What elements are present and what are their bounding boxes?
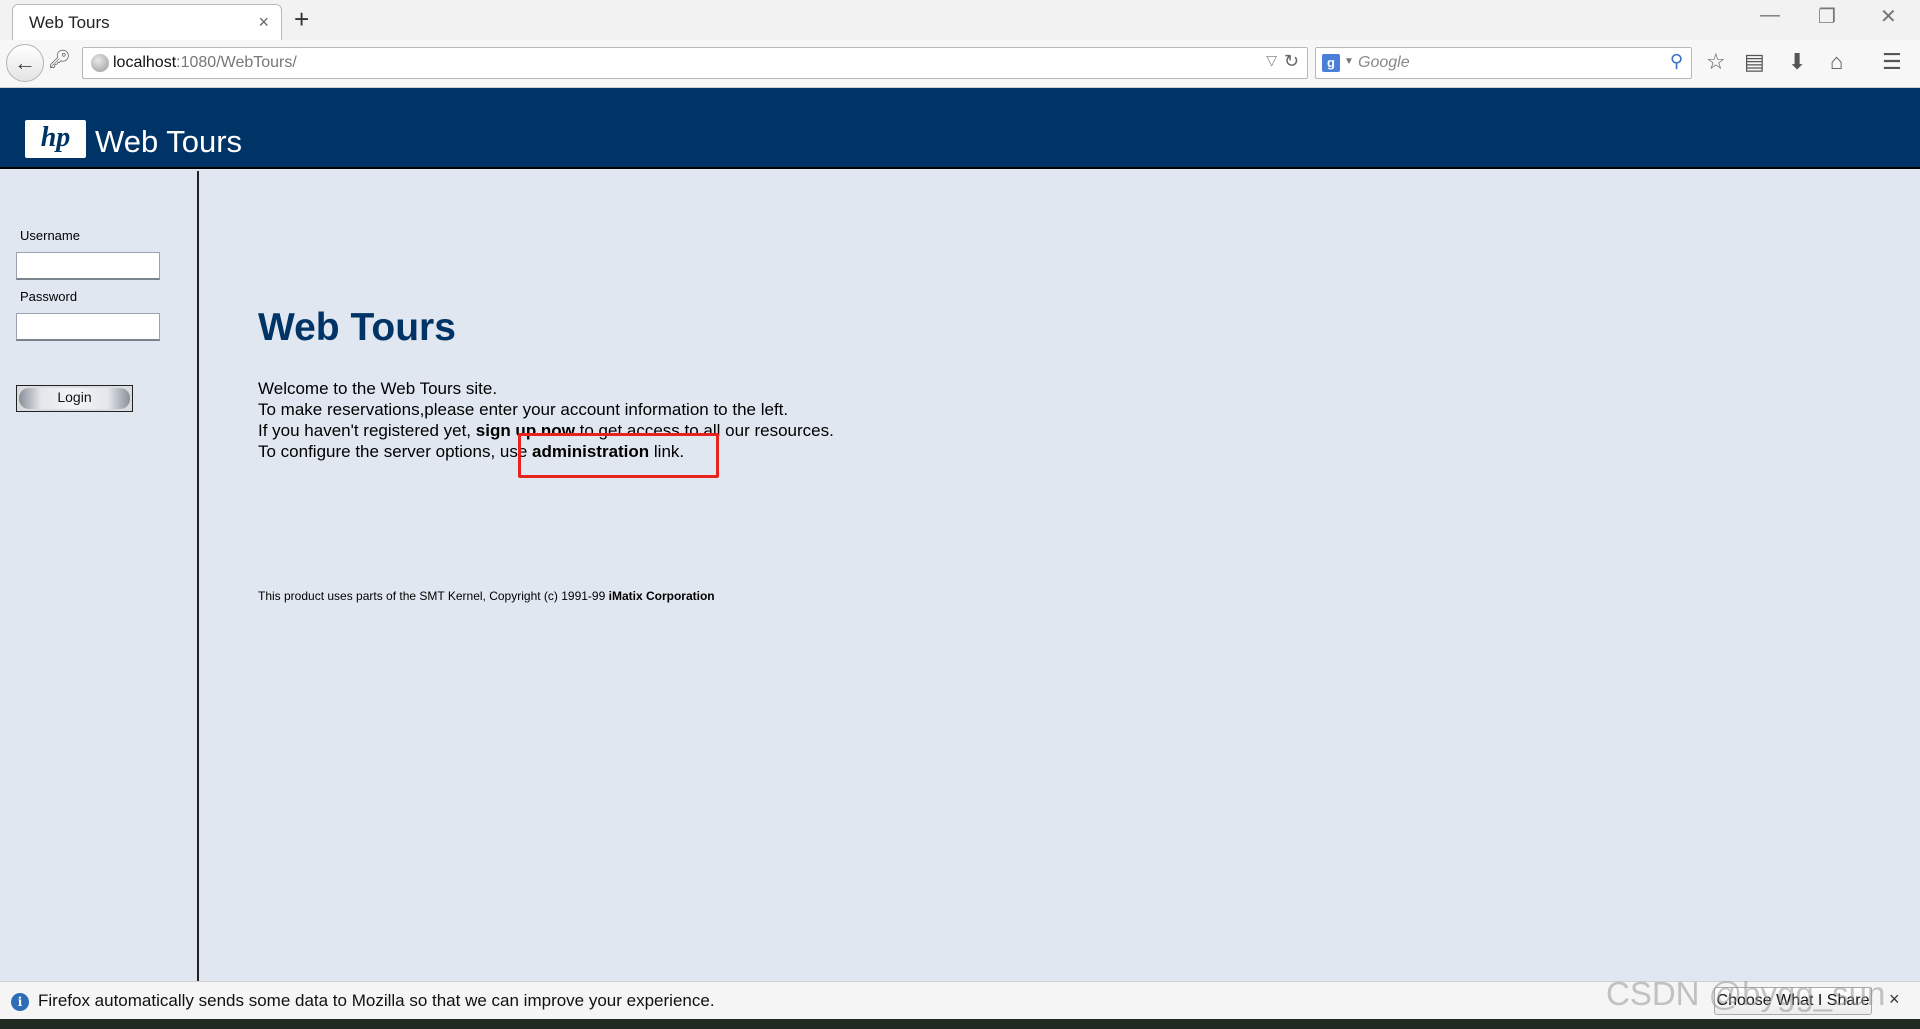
brand-title: Web Tours: [95, 124, 243, 159]
tab-web-tours[interactable]: Web Tours ×: [12, 4, 282, 40]
copyright-footer: This product uses parts of the SMT Kerne…: [258, 589, 715, 603]
star-icon[interactable]: ☆: [1706, 49, 1726, 75]
nav-toolbar: ← 🔑︎ localhost:1080/WebTours/ ▽ ↻ g ▼ ⚲ …: [0, 40, 1920, 88]
login-sidebar: Username Password Login: [0, 171, 199, 981]
username-input[interactable]: [16, 252, 160, 280]
search-engine-icon[interactable]: g: [1322, 54, 1340, 72]
url-bar[interactable]: localhost:1080/WebTours/ ▽ ↻: [82, 47, 1308, 79]
tab-bar: Web Tours × + — ❐ ✕: [0, 0, 1920, 40]
welcome-line-1: Welcome to the Web Tours site.: [258, 379, 498, 398]
search-icon[interactable]: ⚲: [1670, 51, 1683, 72]
notification-text: Firefox automatically sends some data to…: [38, 991, 715, 1010]
minimize-icon[interactable]: —: [1760, 4, 1780, 27]
reload-icon[interactable]: ↻: [1284, 51, 1299, 72]
url-path: :1080/WebTours/: [176, 54, 297, 71]
window-close-icon[interactable]: ✕: [1880, 4, 1897, 29]
login-button[interactable]: Login: [16, 385, 133, 412]
taskbar-strip: [0, 1019, 1920, 1029]
url-text: localhost:1080/WebTours/: [113, 54, 297, 72]
menu-icon[interactable]: ☰: [1882, 49, 1902, 75]
copyright-text: This product uses parts of the SMT Kerne…: [258, 589, 609, 603]
url-host: localhost: [113, 54, 177, 71]
login-button-label: Login: [19, 388, 130, 409]
home-icon[interactable]: ⌂: [1830, 49, 1843, 75]
password-label: Password: [20, 289, 78, 304]
admin-prefix: To configure the server options, use: [258, 442, 533, 461]
key-icon[interactable]: 🔑︎: [48, 49, 71, 70]
welcome-line-2: To make reservations,please enter your a…: [258, 400, 789, 419]
hp-logo: hp: [25, 120, 86, 158]
tab-title: Web Tours: [29, 13, 110, 32]
back-arrow-icon[interactable]: ←: [6, 44, 44, 82]
imatix-corporation: iMatix Corporation: [608, 589, 715, 603]
close-tab-icon[interactable]: ×: [258, 12, 269, 33]
watermark: CSDN @bygg_sun: [1606, 975, 1886, 1012]
restore-icon[interactable]: ❐: [1818, 4, 1836, 29]
annotation-highlight-box: [518, 433, 719, 478]
info-icon: i: [11, 993, 29, 1011]
download-icon[interactable]: ⬇: [1788, 49, 1806, 75]
hp-logo-text: hp: [40, 122, 71, 153]
page-title: Web Tours: [258, 306, 456, 349]
notification-close-icon[interactable]: ×: [1889, 989, 1900, 1010]
password-input[interactable]: [16, 313, 160, 341]
reading-list-icon[interactable]: ▤: [1744, 49, 1765, 75]
signup-prefix: If you haven't registered yet,: [258, 421, 476, 440]
web-page: hp Web Tours Username Password Login Web…: [0, 88, 1920, 981]
site-header: hp Web Tours: [0, 88, 1920, 169]
search-input[interactable]: [1358, 51, 1648, 75]
globe-icon: [91, 54, 109, 72]
username-label: Username: [20, 228, 80, 243]
new-tab-icon[interactable]: +: [294, 4, 309, 34]
chevron-down-icon[interactable]: ▼: [1344, 56, 1354, 67]
url-dropdown-icon[interactable]: ▽: [1266, 52, 1277, 69]
search-bar[interactable]: g ▼ ⚲: [1315, 47, 1692, 79]
